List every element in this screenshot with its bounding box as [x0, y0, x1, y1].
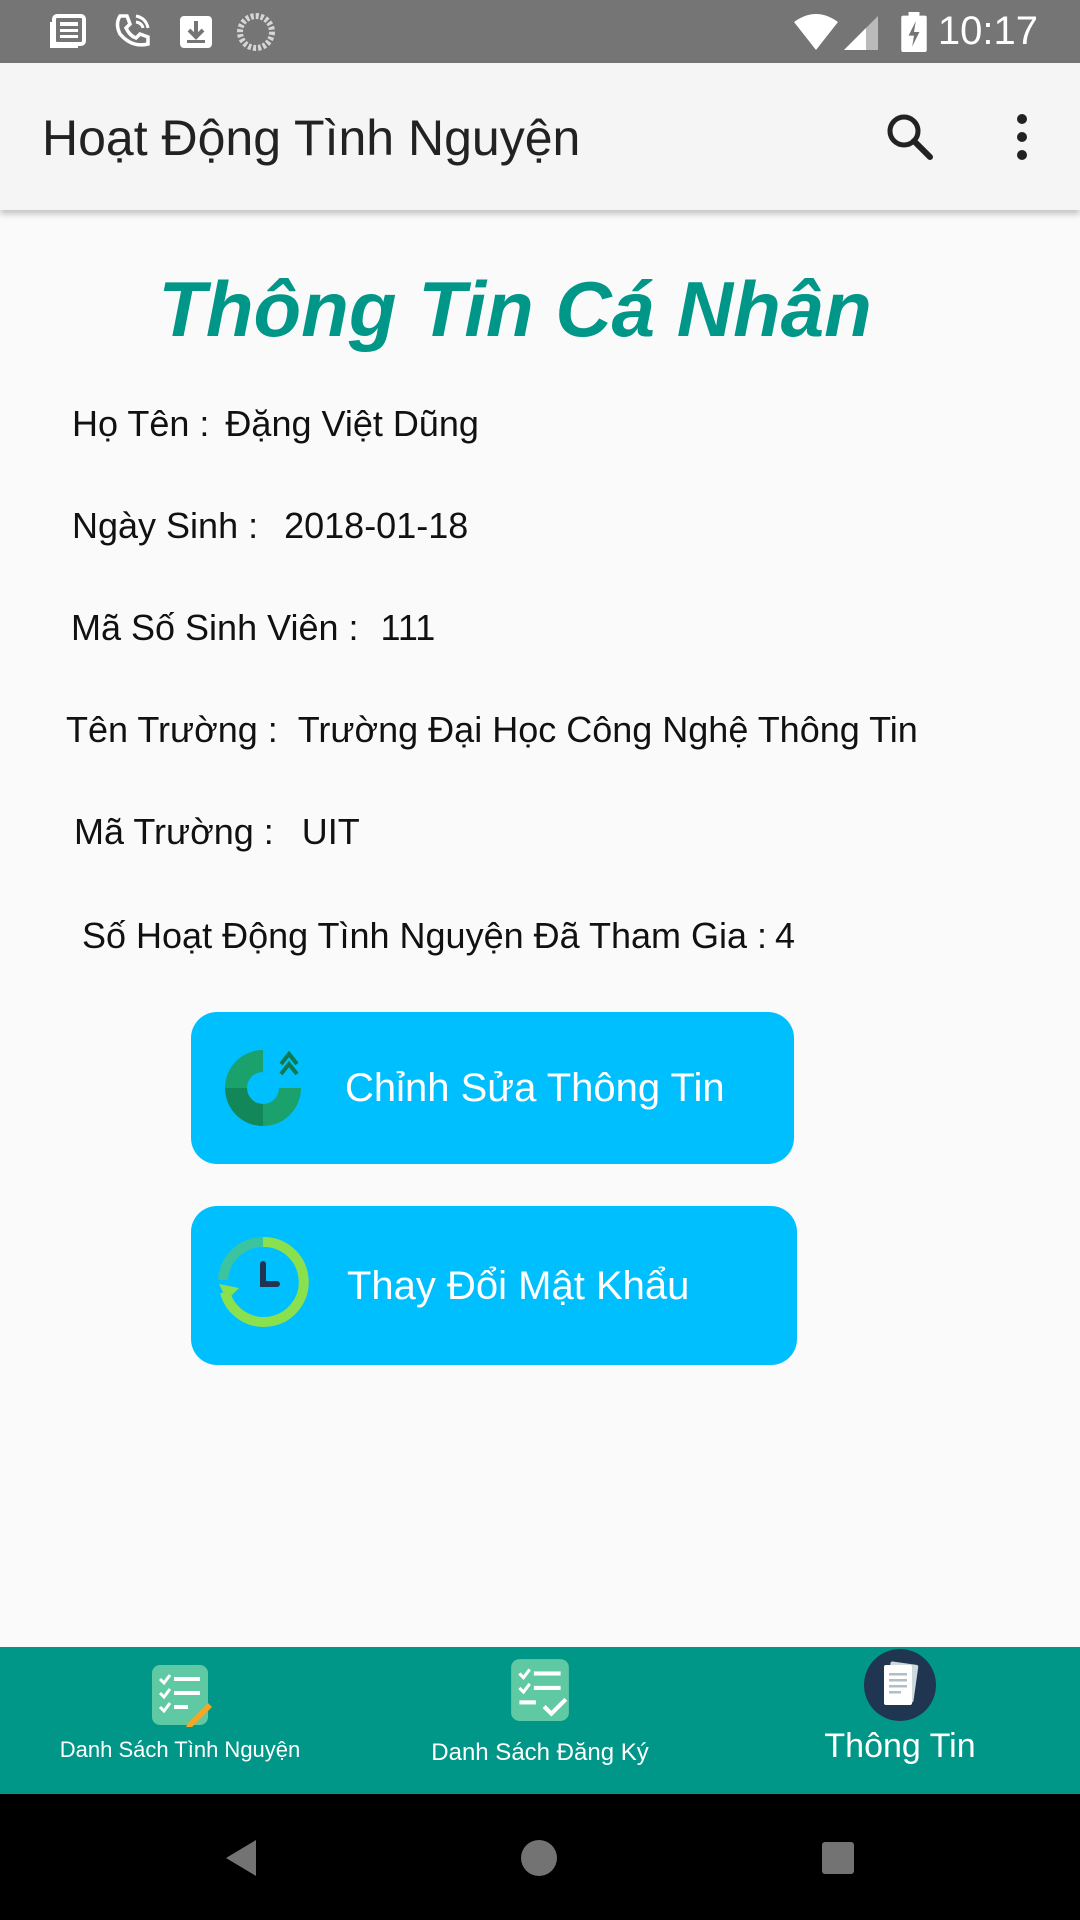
field-school-code: Mã Trường : UIT [74, 810, 360, 854]
app-bar: Hoạt Động Tình Nguyện [0, 63, 1080, 210]
clock-refresh-icon [218, 1236, 309, 1327]
field-label: Mã Số Sinh Viên : [71, 607, 359, 648]
checklist-check-icon [511, 1659, 569, 1721]
recents-button[interactable] [806, 1826, 870, 1890]
nav-label: Danh Sách Đăng Ký [431, 1739, 649, 1766]
field-student-id: Mã Số Sinh Viên : 111 [71, 606, 435, 650]
recents-square-icon [822, 1842, 854, 1874]
profile-content: Thông Tin Cá Nhân Họ Tên : Đặng Việt Dũng… [0, 210, 1080, 1647]
system-navigation-bar [0, 1794, 1080, 1920]
refresh-arrow-icon [225, 1050, 301, 1126]
nav-label: Thông Tin [824, 1727, 976, 1765]
field-value: 4 [775, 915, 796, 956]
nav-item-registration-list[interactable]: Danh Sách Đăng Ký [360, 1647, 720, 1794]
search-icon [887, 114, 933, 160]
news-icon [50, 14, 86, 48]
field-label: Họ Tên : [72, 403, 210, 444]
status-bar: 10:17 [0, 0, 1080, 63]
search-button[interactable] [874, 101, 946, 173]
nav-item-volunteer-list[interactable]: Danh Sách Tình Nguyện [0, 1647, 360, 1794]
home-button[interactable] [507, 1826, 571, 1890]
bottom-navigation: Danh Sách Tình Nguyện Danh Sách Đăng Ký … [0, 1647, 1080, 1794]
field-value: Đặng Việt Dũng [225, 403, 479, 444]
page-title: Thông Tin Cá Nhân [158, 265, 872, 353]
field-school-name: Tên Trường : Trường Đại Học Công Nghệ Thô… [66, 708, 918, 752]
field-activity-count: Số Hoạt Động Tình Nguyện Đã Tham Gia :4 [82, 914, 795, 958]
edit-info-button[interactable]: Chỉnh Sửa Thông Tin [191, 1012, 794, 1164]
back-triangle-icon [226, 1840, 256, 1876]
wifi-icon [794, 14, 838, 50]
battery-charging-icon [901, 12, 927, 52]
change-password-button[interactable]: Thay Đổi Mật Khẩu [191, 1206, 797, 1365]
nav-label: Danh Sách Tình Nguyện [59, 1737, 301, 1762]
download-icon [180, 16, 212, 48]
document-icon [864, 1649, 936, 1721]
signal-icon [844, 16, 878, 50]
field-label: Tên Trường : [66, 709, 278, 750]
field-value: Trường Đại Học Công Nghệ Thông Tin [297, 709, 918, 750]
field-label: Số Hoạt Động Tình Nguyện Đã Tham Gia : [82, 915, 768, 956]
field-label: Ngày Sinh : [72, 505, 259, 546]
sync-icon [237, 13, 275, 51]
edit-info-label: Chỉnh Sửa Thông Tin [345, 1066, 725, 1110]
field-full-name: Họ Tên : Đặng Việt Dũng [72, 402, 479, 446]
home-circle-icon [521, 1840, 557, 1876]
phone-wifi-icon [115, 14, 150, 47]
nav-item-profile[interactable]: Thông Tin [720, 1647, 1080, 1794]
change-password-label: Thay Đổi Mật Khẩu [347, 1264, 690, 1308]
more-vert-icon [1017, 114, 1027, 160]
field-value: 2018-01-18 [284, 505, 469, 546]
field-birth-date: Ngày Sinh : 2018-01-18 [72, 504, 468, 548]
field-label: Mã Trường : [74, 811, 274, 852]
field-value: 111 [380, 607, 436, 648]
back-button[interactable] [208, 1826, 272, 1890]
status-clock: 10:17 [937, 9, 1038, 53]
app-title: Hoạt Động Tình Nguyện [42, 110, 581, 166]
more-options-button[interactable] [986, 101, 1058, 173]
checklist-pencil-icon [152, 1665, 212, 1727]
field-value: UIT [301, 811, 360, 852]
